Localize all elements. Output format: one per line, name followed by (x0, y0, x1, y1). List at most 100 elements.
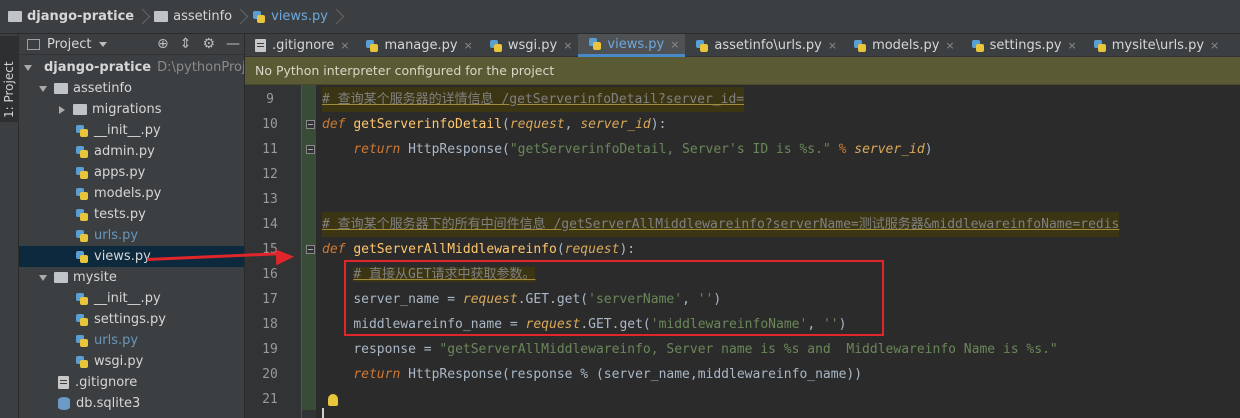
tree-item-file[interactable]: db.sqlite3 (19, 393, 244, 414)
python-file-icon (252, 10, 266, 24)
breadcrumb-project[interactable]: django-pratice (6, 5, 136, 29)
line-number: 19 (262, 342, 278, 357)
breadcrumb-file[interactable]: views.py (250, 5, 330, 29)
line-number: 10 (262, 117, 278, 132)
breadcrumb-separator (333, 5, 343, 29)
collapse-arrow-icon[interactable] (59, 105, 65, 114)
tree-item-file[interactable]: tests.py (19, 204, 244, 225)
text-cursor (322, 408, 324, 418)
python-icon (695, 39, 709, 53)
lightbulb-icon[interactable] (328, 394, 338, 406)
folder-icon (154, 11, 169, 22)
line-number: 21 (262, 392, 278, 407)
python-file-icon (75, 166, 89, 180)
project-view-selector[interactable]: Project (47, 37, 91, 52)
chevron-down-icon[interactable] (99, 41, 108, 47)
close-icon[interactable]: × (1210, 39, 1219, 52)
expand-arrow-icon[interactable] (24, 64, 32, 71)
code-line: response = "getServerAllMiddlewareinfo, … (353, 342, 1058, 357)
project-panel: Project ⊕ ⇕ ⚙ — django-pratice D:\python… (19, 34, 245, 418)
line-number: 20 (262, 367, 278, 382)
fold-marker-icon[interactable] (306, 145, 315, 154)
python-icon (365, 39, 379, 53)
folder-icon (73, 104, 87, 115)
python-file-icon (75, 334, 89, 348)
gear-icon[interactable]: ⚙ (202, 36, 215, 52)
python-icon (853, 39, 867, 53)
fold-marker-icon[interactable] (306, 120, 315, 129)
hide-panel-icon[interactable]: — (226, 36, 240, 52)
code-line: def getServerAllMiddlewareinfo(request): (322, 242, 636, 257)
scroll-from-source-icon[interactable]: ⊕ (157, 36, 169, 52)
navigation-breadcrumb: django-pratice assetinfo views.py (0, 0, 1240, 34)
tree-item-file[interactable]: settings.py (19, 309, 244, 330)
line-number: 9 (266, 92, 274, 107)
tree-item-file[interactable]: apps.py (19, 162, 244, 183)
line-number: 14 (262, 217, 278, 232)
code-line: # 查询某个服务器下的所有中间件信息 /getServerAllMiddlewa… (322, 212, 1120, 237)
close-icon[interactable]: × (464, 39, 473, 52)
tree-item-file[interactable]: wsgi.py (19, 351, 244, 372)
tree-item-assetinfo[interactable]: assetinfo (19, 78, 244, 99)
python-file-icon (75, 313, 89, 327)
python-file-icon (75, 145, 89, 159)
tab-mysite-urls-py[interactable]: mysite\urls.py × (1083, 34, 1225, 57)
database-icon (58, 397, 70, 410)
python-file-icon (75, 124, 89, 138)
python-file-icon (75, 250, 89, 264)
annotation-arrow-head (275, 248, 295, 266)
tree-item-migrations[interactable]: migrations (19, 99, 244, 120)
tab-assetinfo-urls-py[interactable]: assetinfo\urls.py × (685, 34, 843, 57)
project-view-icon (27, 38, 40, 50)
tab-wsgi-py[interactable]: wsgi.py × (479, 34, 579, 57)
collapse-all-icon[interactable]: ⇕ (180, 36, 192, 52)
close-icon[interactable]: × (945, 39, 954, 52)
tree-item-mysite[interactable]: mysite (19, 267, 244, 288)
folder-icon (54, 83, 68, 94)
expand-arrow-icon[interactable] (39, 85, 47, 92)
close-icon[interactable]: × (670, 38, 679, 51)
tree-item-file[interactable]: __init__.py (19, 120, 244, 141)
python-file-icon (75, 355, 89, 369)
python-icon (971, 39, 985, 53)
tree-item-file[interactable]: urls.py (19, 330, 244, 351)
breadcrumb-folder[interactable]: assetinfo (152, 5, 234, 29)
tree-item-file[interactable]: urls.py (19, 225, 244, 246)
project-tool-tab[interactable]: 1: Project (0, 36, 19, 122)
tree-item-project-root[interactable]: django-pratice D:\pythonProje (19, 57, 244, 78)
expand-arrow-icon[interactable] (39, 274, 47, 281)
python-file-icon (75, 229, 89, 243)
left-tool-strip: 1: Project (0, 34, 19, 418)
line-number: 16 (262, 267, 278, 282)
text-file-icon (255, 39, 266, 52)
project-panel-header: Project ⊕ ⇕ ⚙ — (19, 34, 244, 55)
code-line: return HttpResponse(response % (server_n… (353, 367, 863, 382)
project-tree: django-pratice D:\pythonProje assetinfo … (19, 55, 244, 414)
tab-gitignore[interactable]: .gitignore × (245, 34, 355, 57)
line-number: 11 (262, 142, 278, 157)
close-icon[interactable]: × (563, 39, 572, 52)
python-file-icon (75, 187, 89, 201)
close-icon[interactable]: × (828, 39, 837, 52)
python-icon (1093, 39, 1107, 53)
folder-icon (54, 272, 68, 283)
tree-item-file[interactable]: admin.py (19, 141, 244, 162)
tab-settings-py[interactable]: settings.py × (961, 34, 1083, 57)
tab-models-py[interactable]: models.py × (843, 34, 961, 57)
python-icon (489, 39, 503, 53)
tree-item-file[interactable]: .gitignore (19, 372, 244, 393)
tree-item-file[interactable]: models.py (19, 183, 244, 204)
close-icon[interactable]: × (340, 39, 349, 52)
line-number: 12 (262, 167, 278, 182)
python-file-icon (75, 208, 89, 222)
tab-views-py[interactable]: views.py × (578, 34, 686, 57)
tree-item-file[interactable]: __init__.py (19, 288, 244, 309)
close-icon[interactable]: × (1068, 39, 1077, 52)
code-line: def getServerinfoDetail(request, server_… (322, 117, 667, 132)
breadcrumb-separator (237, 5, 247, 29)
folder-icon (8, 11, 22, 22)
tab-manage-py[interactable]: manage.py × (355, 34, 478, 57)
fold-marker-icon[interactable] (306, 245, 315, 254)
interpreter-warning-banner: No Python interpreter configured for the… (245, 57, 1240, 85)
line-number: 17 (262, 292, 278, 307)
